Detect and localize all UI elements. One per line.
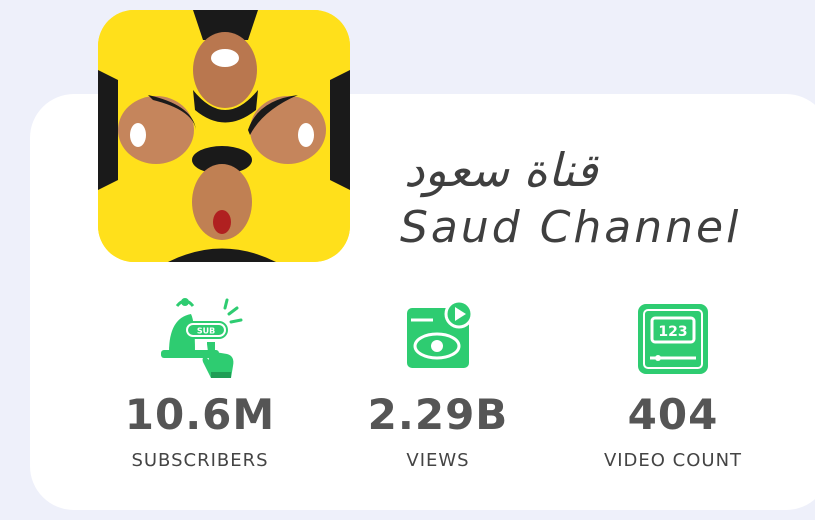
svg-text:123: 123 (658, 324, 687, 340)
video-count-label: VIDEO COUNT (603, 450, 743, 471)
channel-avatar-icon (98, 10, 350, 262)
channel-name-arabic: قناة سعود (404, 143, 598, 197)
views-value: 2.29B (367, 390, 509, 439)
svg-text:SUB: SUB (197, 327, 215, 336)
stat-video-count: 123 404 VIDEO COUNT (573, 292, 773, 471)
video-views-icon (393, 292, 483, 382)
channel-name-english: Saud Channel (400, 202, 742, 253)
video-count-icon: 123 (628, 292, 718, 382)
subscribers-label: SUBSCRIBERS (131, 450, 269, 471)
channel-stats-page: قناة سعود Saud Channel SUB 10.6M SUBSCRI… (0, 0, 815, 520)
views-label: VIEWS (406, 450, 470, 471)
stat-subscribers: SUB 10.6M SUBSCRIBERS (100, 292, 300, 471)
channel-title: قناة سعود Saud Channel (400, 140, 810, 256)
channel-avatar[interactable] (98, 10, 350, 262)
subscribe-bell-icon: SUB (155, 292, 245, 382)
stat-views: 2.29B VIEWS (338, 292, 538, 471)
video-count-value: 404 (627, 390, 719, 439)
subscribers-value: 10.6M (124, 390, 276, 439)
